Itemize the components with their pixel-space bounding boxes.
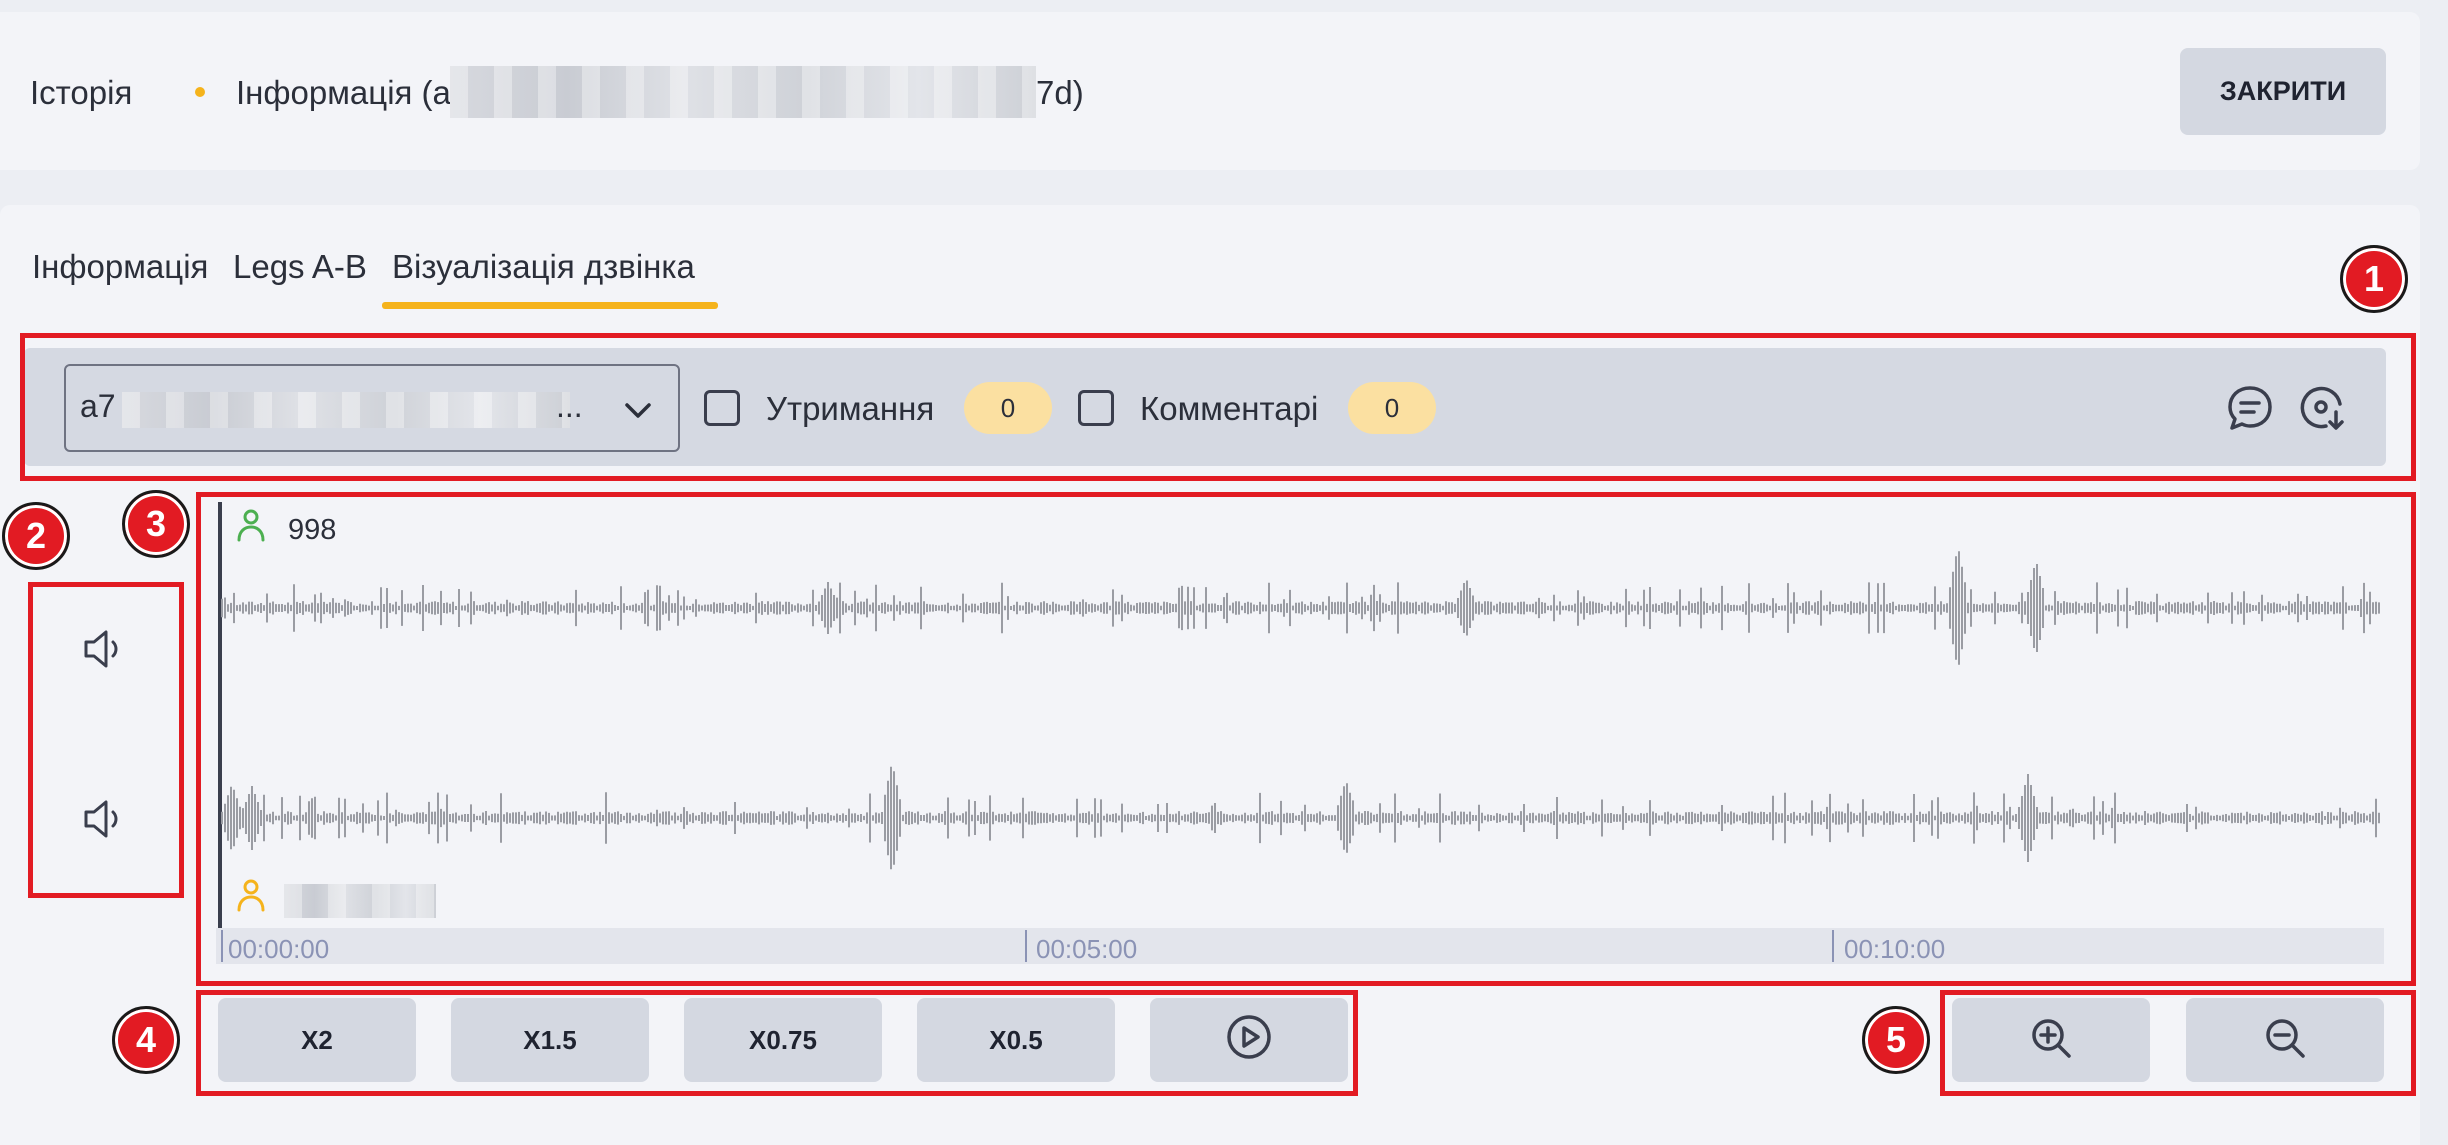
breadcrumb-history[interactable]: Історія	[30, 74, 132, 112]
close-button[interactable]: ЗАКРИТИ	[2180, 48, 2386, 135]
tab-call-visualization[interactable]: Візуалізація дзвінка	[392, 248, 695, 286]
breadcrumb-separator-dot	[195, 87, 205, 97]
tab-information[interactable]: Інформація	[32, 248, 208, 286]
annotation-badge-2: 2	[2, 502, 70, 570]
annotation-box-volume	[28, 582, 184, 898]
annotation-badge-4: 4	[112, 1006, 180, 1074]
annotation-box-speed	[196, 990, 1358, 1096]
annotation-box-toolbar	[20, 333, 2416, 481]
annotation-box-zoom	[1940, 990, 2416, 1096]
annotation-badge-1: 1	[2340, 245, 2408, 313]
breadcrumb-info-suffix: 7d)	[1036, 74, 1084, 111]
breadcrumb-info-prefix: Інформація (a	[236, 74, 451, 111]
annotation-box-waveform	[196, 492, 2416, 986]
active-tab-indicator	[382, 302, 718, 309]
redacted-call-id	[450, 66, 1036, 118]
annotation-badge-3: 3	[122, 490, 190, 558]
annotation-badge-5: 5	[1862, 1006, 1930, 1074]
tab-legs-ab[interactable]: Legs A-B	[233, 248, 367, 286]
